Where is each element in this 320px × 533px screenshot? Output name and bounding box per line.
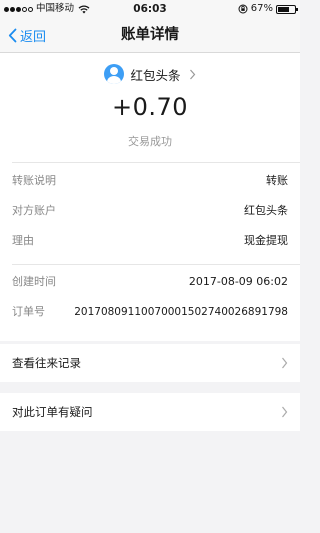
view-history-row[interactable]: 查看往来记录 (0, 344, 300, 382)
chevron-right-icon (282, 406, 288, 418)
battery-icon (276, 4, 298, 14)
detail-row-account: 对方账户 红包头条 (12, 201, 288, 221)
status-right: 67% (238, 0, 298, 18)
order-question-row[interactable]: 对此订单有疑问 (0, 393, 300, 431)
meta-key: 创建时间 (12, 275, 56, 288)
meta-key: 订单号 (12, 305, 45, 318)
order-question-label: 对此订单有疑问 (12, 405, 93, 419)
divider (12, 264, 300, 265)
avatar-icon (104, 64, 125, 84)
detail-value: 转账 (266, 174, 288, 187)
transaction-card: 红包头条 +0.70 交易成功 转账说明 转账 对方账户 红包头条 理由 现金提… (0, 53, 300, 341)
chevron-right-icon (189, 69, 195, 79)
meta-value: 2017-08-09 06:02 (188, 275, 288, 288)
payee-link[interactable]: 红包头条 (0, 63, 300, 85)
navigation-bar: 返回 账单详情 (0, 18, 300, 53)
battery-percent: 67% (250, 3, 273, 14)
transaction-status: 交易成功 (128, 135, 172, 148)
view-history-label: 查看往来记录 (12, 356, 81, 370)
detail-key: 转账说明 (12, 174, 56, 187)
rotation-lock-icon (238, 4, 248, 14)
transaction-amount: +0.70 (111, 93, 189, 121)
detail-value: 现金提现 (244, 234, 288, 247)
meta-row-created: 创建时间 2017-08-09 06:02 (12, 272, 288, 292)
page-title: 账单详情 (121, 27, 179, 43)
detail-value: 红包头条 (244, 204, 288, 217)
detail-key: 理由 (12, 234, 34, 247)
divider (12, 162, 300, 163)
chevron-right-icon (282, 357, 288, 369)
detail-row-reason: 理由 现金提现 (12, 231, 288, 251)
meta-value[interactable]: 20170809110070001502740026891798 (74, 302, 288, 322)
detail-key: 对方账户 (12, 204, 56, 217)
detail-row-note: 转账说明 转账 (12, 171, 288, 191)
status-bar: 中国移动 06:03 67% (0, 0, 300, 18)
meta-row-order-id: 订单号 20170809110070001502740026891798 (12, 302, 288, 322)
payee-name: 红包头条 (130, 67, 181, 83)
